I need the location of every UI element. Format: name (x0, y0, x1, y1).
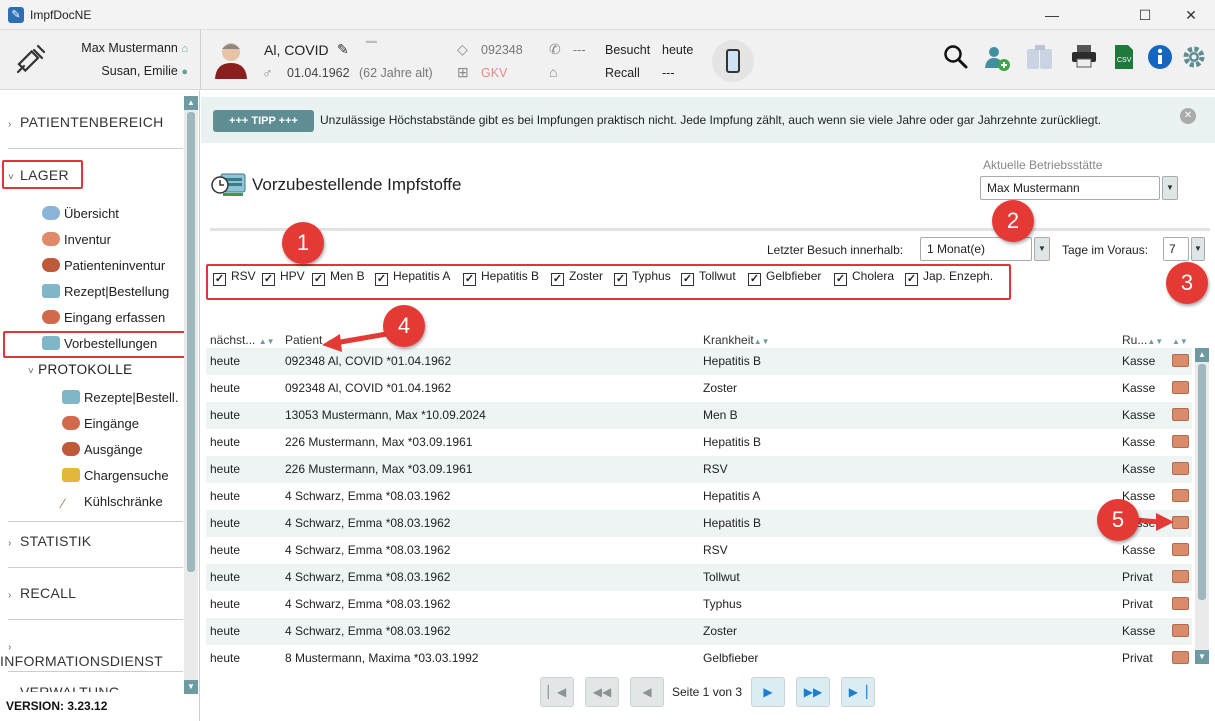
annotation-marker-3: 3 (1166, 262, 1208, 304)
annotation-arrowhead-4 (322, 334, 342, 352)
annotation-marker-1: 1 (282, 222, 324, 264)
annotation-arrowhead-5 (1156, 513, 1174, 531)
annotation-marker-2: 2 (992, 200, 1034, 242)
annotation-marker-4: 4 (383, 305, 425, 347)
annotation-arrows (322, 329, 1174, 531)
annotation-marker-5: 5 (1097, 499, 1139, 541)
